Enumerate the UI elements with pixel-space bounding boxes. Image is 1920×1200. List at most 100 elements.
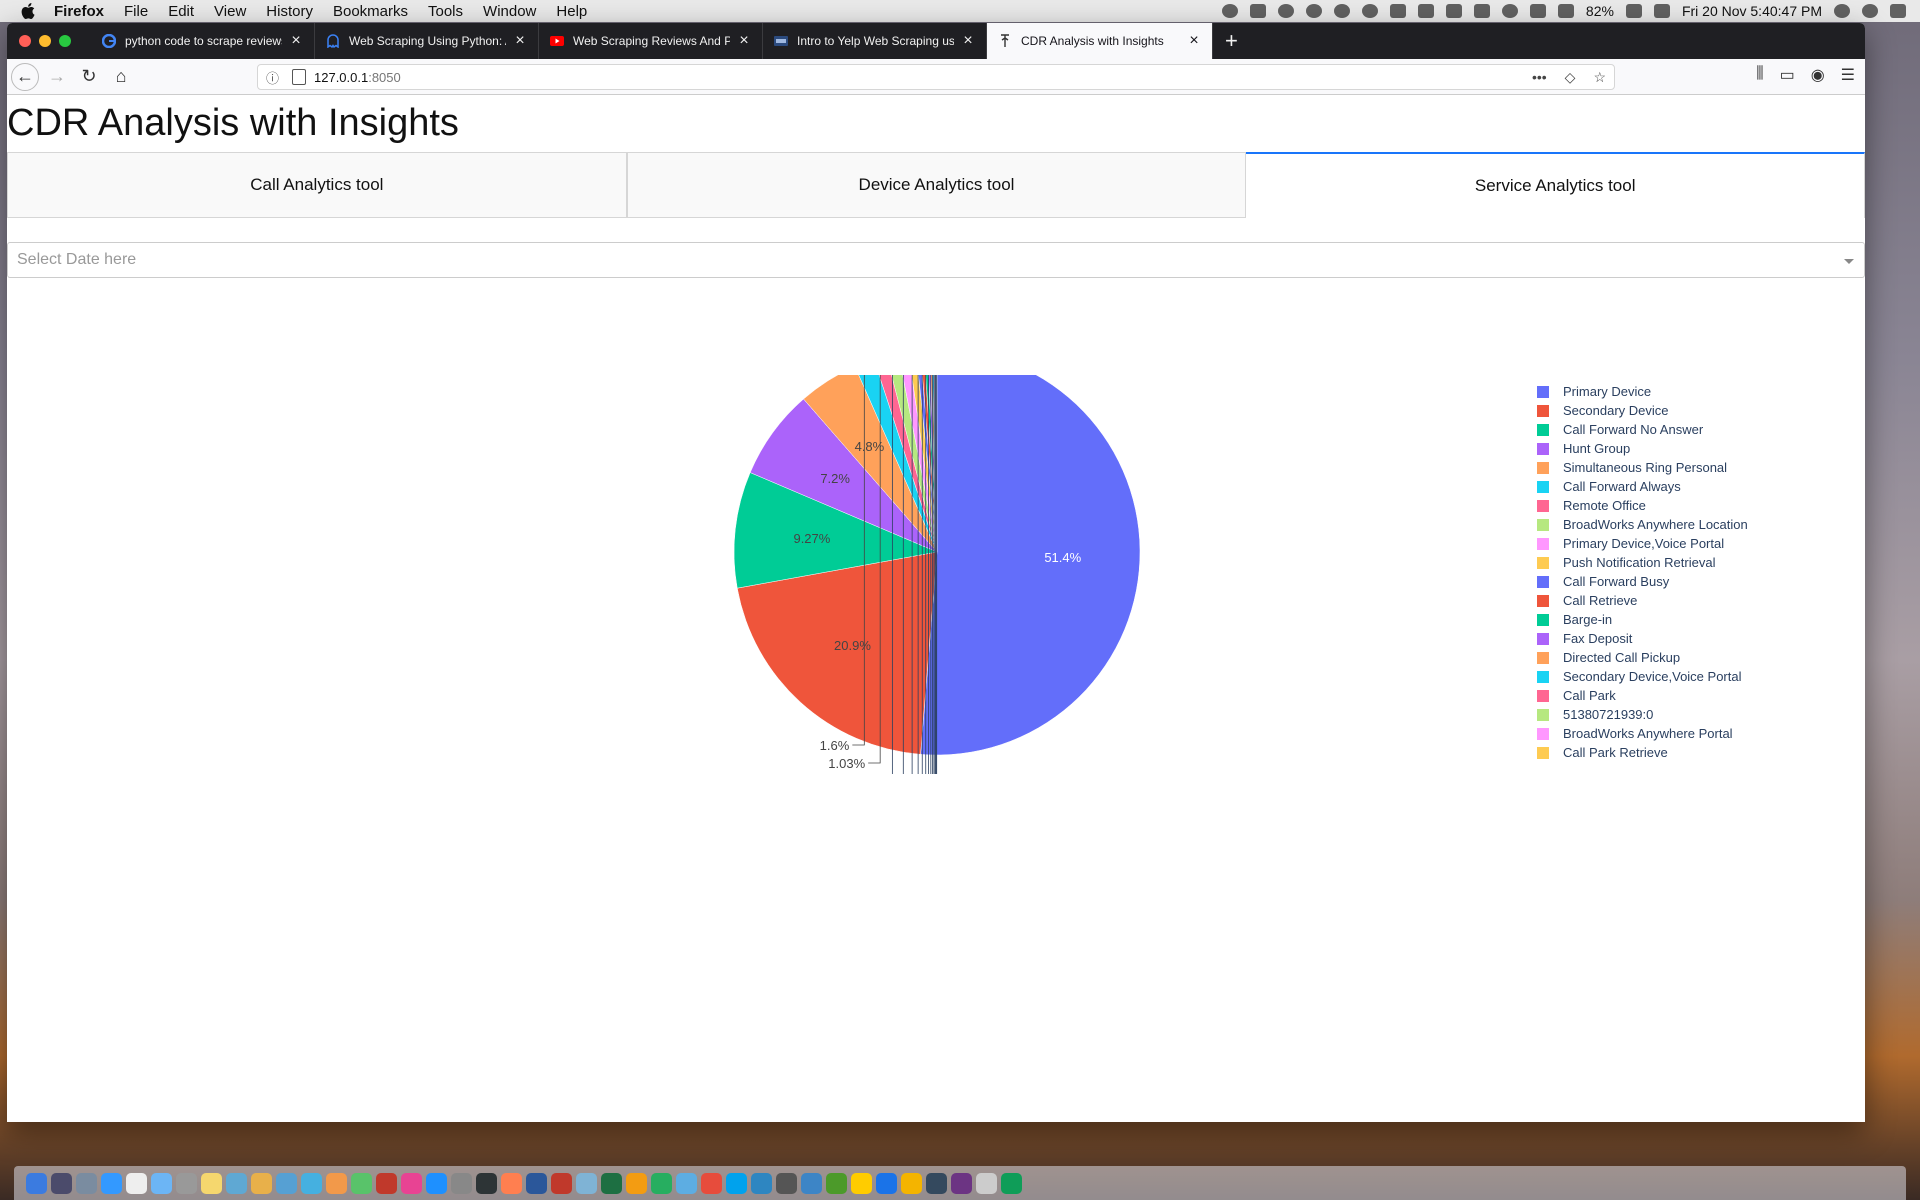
legend-item[interactable]: Call Forward Busy [1537,572,1748,591]
reload-button[interactable]: ↻ [75,63,103,91]
legend-item[interactable]: 51380721939:0 [1537,705,1748,724]
legend-item[interactable]: Remote Office [1537,496,1748,515]
spotlight-search-icon[interactable] [1834,4,1850,18]
dock-app-icon[interactable] [276,1172,297,1194]
dock-app-icon[interactable] [451,1172,472,1194]
dock-app-icon[interactable] [851,1172,872,1194]
menu-clock[interactable]: Fri 20 Nov 5:40:47 PM [1682,3,1822,19]
dock-app-icon[interactable] [251,1172,272,1194]
close-tab-icon[interactable]: × [960,32,976,50]
close-tab-icon[interactable]: × [512,32,528,50]
screen-icon[interactable] [1249,4,1266,18]
dock-app-icon[interactable] [526,1172,547,1194]
legend-item[interactable]: Call Forward No Answer [1537,420,1748,439]
zoom-window-button[interactable] [59,35,71,47]
menu-app-name[interactable]: Firefox [54,3,104,20]
legend-item[interactable]: Barge-in [1537,610,1748,629]
menu-edit[interactable]: Edit [168,3,194,20]
dock-app-icon[interactable] [401,1172,422,1194]
menu-history[interactable]: History [266,3,313,20]
bubble-icon[interactable] [1361,4,1378,18]
legend-item[interactable]: BroadWorks Anywhere Location [1537,515,1748,534]
phone-icon[interactable] [1473,4,1490,18]
menu-window[interactable]: Window [483,3,536,20]
dock-app-icon[interactable] [151,1172,172,1194]
battery-percentage[interactable]: 82% [1586,3,1614,19]
legend-item[interactable]: Directed Call Pickup [1537,648,1748,667]
dock-app-icon[interactable] [301,1172,322,1194]
tab-device-analytics[interactable]: Device Analytics tool [626,152,1247,218]
legend-item[interactable]: Secondary Device [1537,401,1748,420]
notification-center-icon[interactable] [1890,4,1906,18]
dock-app-icon[interactable] [101,1172,122,1194]
browser-tab-2[interactable]: Web Scraping Using Python: A × [315,23,539,59]
pocket-icon[interactable]: ◇ [1565,69,1576,86]
legend-item[interactable]: Call Retrieve [1537,591,1748,610]
dock-app-icon[interactable] [951,1172,972,1194]
dock-app-icon[interactable] [326,1172,347,1194]
legend-item[interactable]: Primary Device [1537,382,1748,401]
dock-app-icon[interactable] [976,1172,997,1194]
site-info-icon[interactable]: ⓘ [266,68,282,87]
legend-item[interactable]: Simultaneous Ring Personal [1537,458,1748,477]
code-icon[interactable] [1445,4,1462,18]
dock-app-icon[interactable] [551,1172,572,1194]
browser-tab-active[interactable]: CDR Analysis with Insights × [987,23,1213,59]
dock-app-icon[interactable] [51,1172,72,1194]
home-button[interactable]: ⌂ [107,63,135,91]
eject-icon[interactable] [1529,4,1546,18]
sidebar-icon[interactable]: ▭ [1780,65,1795,85]
bookmark-star-icon[interactable]: ☆ [1593,69,1606,86]
dock-app-icon[interactable] [126,1172,147,1194]
dock-app-icon[interactable] [676,1172,697,1194]
dock-app-icon[interactable] [901,1172,922,1194]
tab-service-analytics[interactable]: Service Analytics tool [1246,152,1865,218]
legend-item[interactable]: Primary Device,Voice Portal [1537,534,1748,553]
dock-app-icon[interactable] [651,1172,672,1194]
dock-app-icon[interactable] [701,1172,722,1194]
dock-app-icon[interactable] [826,1172,847,1194]
dock-app-icon[interactable] [351,1172,372,1194]
close-window-button[interactable] [19,35,31,47]
dock-app-icon[interactable] [426,1172,447,1194]
date-dropdown[interactable]: Select Date here [7,242,1865,278]
close-tab-icon[interactable]: × [736,32,752,50]
tab-call-analytics[interactable]: Call Analytics tool [7,152,627,218]
hamburger-menu-icon[interactable]: ☰ [1841,65,1855,85]
menu-help[interactable]: Help [556,3,587,20]
dock-app-icon[interactable] [376,1172,397,1194]
cloud-icon[interactable] [1277,4,1294,18]
dock-app-icon[interactable] [76,1172,97,1194]
dock-app-icon[interactable] [926,1172,947,1194]
back-button[interactable]: ← [11,62,39,91]
legend-item[interactable]: Call Park Retrieve [1537,743,1748,762]
more-actions-icon[interactable]: ••• [1532,69,1547,86]
dock-app-icon[interactable] [751,1172,772,1194]
url-bar[interactable]: ⓘ 127.0.0.1 :8050 ••• ◇ ☆ [257,64,1615,90]
dock-app-icon[interactable] [201,1172,222,1194]
browser-tab-4[interactable]: Intro to Yelp Web Scraping usi × [763,23,987,59]
menu-file[interactable]: File [124,3,148,20]
dock-app-icon[interactable] [476,1172,497,1194]
menu-bookmarks[interactable]: Bookmarks [333,3,408,20]
dock-app-icon[interactable] [626,1172,647,1194]
keyboard-icon[interactable] [1653,4,1670,18]
dock-app-icon[interactable] [26,1172,47,1194]
dock-app-icon[interactable] [576,1172,597,1194]
legend-item[interactable]: Push Notification Retrieval [1537,553,1748,572]
library-icon[interactable]: ⫼ [1756,65,1763,85]
legend-item[interactable]: Call Forward Always [1537,477,1748,496]
dock-app-icon[interactable] [726,1172,747,1194]
legend-item[interactable]: BroadWorks Anywhere Portal [1537,724,1748,743]
forward-button[interactable]: → [43,63,71,91]
dock-app-icon[interactable] [226,1172,247,1194]
browser-tab-1[interactable]: python code to scrape reviews × [91,23,315,59]
dock-app-icon[interactable] [801,1172,822,1194]
memory-icon[interactable] [1417,4,1434,18]
new-tab-button[interactable]: + [1213,23,1250,59]
menu-tools[interactable]: Tools [428,3,463,20]
time-machine-icon[interactable] [1333,4,1350,18]
account-icon[interactable]: ◉ [1811,65,1825,85]
status-app-icon[interactable] [1221,4,1238,18]
volume-icon[interactable] [1557,4,1574,18]
